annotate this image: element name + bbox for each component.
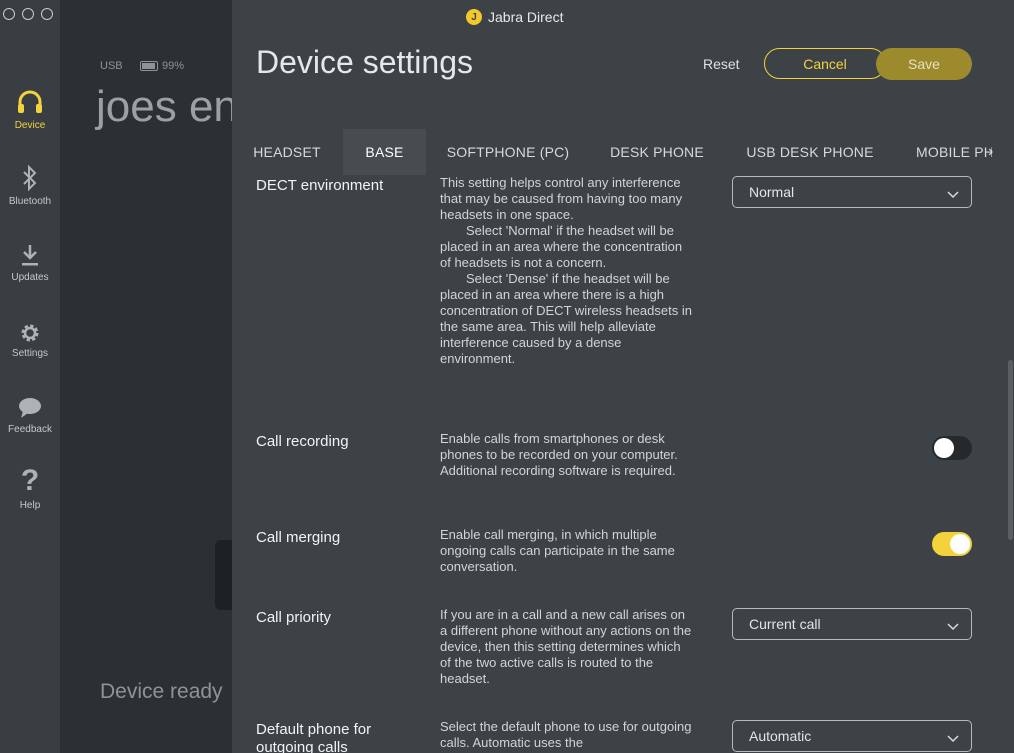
app-title: J Jabra Direct: [466, 9, 563, 25]
download-icon: [0, 236, 60, 268]
setting-description: Select the default phone to use for outg…: [440, 719, 692, 750]
toggle-knob: [934, 438, 954, 458]
setting-description: Enable calls from smartphones or desk ph…: [440, 431, 678, 478]
sidebar-item-device[interactable]: Device: [0, 84, 60, 131]
sidebar-item-updates[interactable]: Updates: [0, 236, 60, 283]
device-settings-panel: J Jabra Direct Device settings Reset Can…: [232, 0, 1014, 753]
cancel-button[interactable]: Cancel: [764, 48, 886, 79]
setting-description: This setting helps control any interfere…: [440, 175, 692, 367]
sidebar-item-label: Feedback: [8, 424, 52, 435]
chevron-right-icon[interactable]: ›: [988, 143, 993, 161]
close-window-button[interactable]: [3, 8, 15, 20]
sidebar-item-label: Settings: [11, 348, 49, 359]
jabra-logo-icon: J: [466, 9, 482, 25]
sidebar-item-help[interactable]: ? Help: [0, 464, 60, 512]
page-title: Device settings: [256, 44, 473, 80]
select-value: Current call: [749, 616, 821, 632]
setting-description: If you are in a call and a new call aris…: [440, 607, 692, 686]
device-overview-panel: USB 99% joes en Device ready: [60, 0, 232, 753]
zoom-window-button[interactable]: [41, 8, 53, 20]
save-button[interactable]: Save: [876, 48, 972, 80]
device-name: joes en: [96, 82, 232, 131]
description-paragraph: Select 'Normal' if the headset will be p…: [440, 223, 683, 270]
call-recording-toggle[interactable]: [932, 436, 972, 460]
settings-list: DECT environment This setting helps cont…: [232, 175, 1008, 753]
dect-environment-select[interactable]: Normal: [732, 176, 972, 208]
setting-title: DECT environment: [256, 177, 384, 194]
reset-button[interactable]: Reset: [703, 56, 740, 72]
gear-icon: [0, 312, 60, 344]
description-paragraph: This setting helps control any interfere…: [440, 175, 683, 222]
tab-usb-desk-phone[interactable]: USB DESK PHONE: [740, 129, 880, 175]
setting-title: Call merging: [256, 529, 341, 546]
sidebar: Device Bluetooth Updates Settings Feedba…: [0, 0, 60, 753]
battery-level: 99%: [162, 60, 185, 72]
setting-description: Enable call merging, in which multiple o…: [440, 527, 675, 574]
tab-desk-phone[interactable]: DESK PHONE: [604, 129, 710, 175]
title-bar: J Jabra Direct: [232, 0, 1014, 36]
select-value: Automatic: [749, 728, 812, 744]
speech-bubble-icon: [0, 388, 60, 420]
battery-icon: [140, 61, 158, 71]
headset-icon: [0, 84, 60, 116]
sidebar-item-settings[interactable]: Settings: [0, 312, 60, 359]
chevron-down-icon: [947, 730, 959, 746]
tab-softphone-pc[interactable]: SOFTPHONE (PC): [440, 129, 576, 175]
tab-mobile-phone[interactable]: MOBILE PH: [916, 129, 992, 175]
call-priority-select[interactable]: Current call: [732, 608, 972, 640]
call-merging-toggle[interactable]: [932, 532, 972, 556]
sidebar-item-bluetooth[interactable]: Bluetooth: [0, 160, 60, 207]
chevron-down-icon: [947, 618, 959, 634]
scrollbar[interactable]: [1008, 175, 1014, 753]
sidebar-item-label: Bluetooth: [8, 196, 52, 207]
description-paragraph: Select 'Dense' if the headset will be pl…: [440, 271, 692, 366]
battery-status: 99%: [140, 60, 184, 72]
chevron-down-icon: [947, 186, 959, 202]
setting-title: Call recording: [256, 433, 349, 450]
settings-tabs: HEADSET BASE SOFTPHONE (PC) DESK PHONE U…: [232, 129, 1014, 175]
device-image: [215, 540, 232, 610]
tab-base[interactable]: BASE: [343, 129, 426, 175]
window-controls: [3, 8, 53, 20]
default-phone-select[interactable]: Automatic: [732, 720, 972, 752]
minimize-window-button[interactable]: [22, 8, 34, 20]
toggle-knob: [950, 534, 970, 554]
device-status: Device ready: [100, 680, 223, 703]
tab-headset[interactable]: HEADSET: [244, 129, 330, 175]
sidebar-item-label: Help: [19, 500, 41, 511]
sidebar-item-feedback[interactable]: Feedback: [0, 388, 60, 435]
app-title-text: Jabra Direct: [488, 9, 564, 25]
question-icon: ?: [20, 464, 40, 497]
setting-title: Default phone for outgoing calls: [256, 721, 372, 753]
bluetooth-icon: [0, 160, 60, 192]
connection-label: USB: [100, 60, 123, 72]
scrollbar-thumb[interactable]: [1008, 360, 1013, 540]
sidebar-item-label: Updates: [11, 272, 49, 283]
setting-title: Call priority: [256, 609, 332, 626]
select-value: Normal: [749, 184, 795, 200]
sidebar-item-label: Device: [14, 120, 46, 131]
